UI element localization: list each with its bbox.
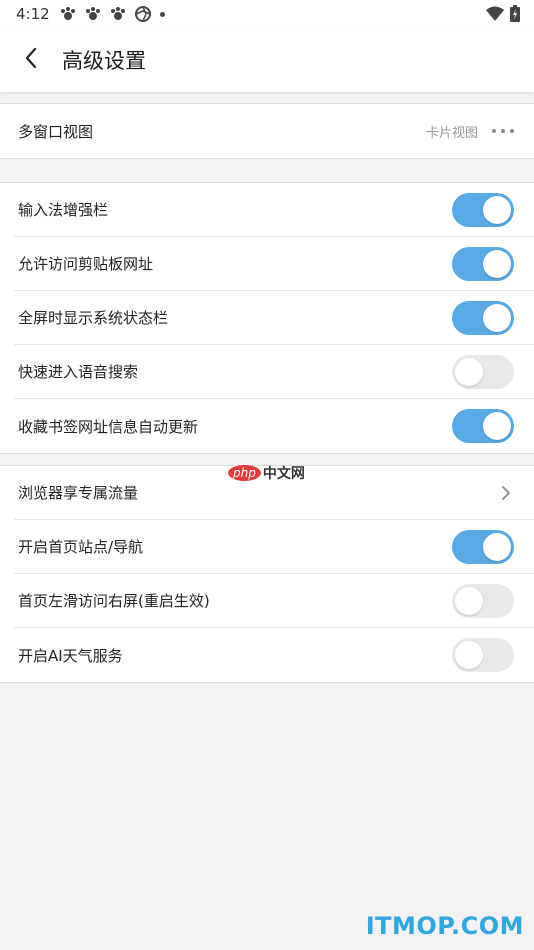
settings-group-home: 浏览器享专属流量 开启首页站点/导航 首页左滑访问右屏(重启生效) 开启AI天气… [0,465,534,683]
setting-label: 允许访问剪贴板网址 [18,255,154,273]
more-icon[interactable] [492,129,514,133]
setting-row-swipe-right[interactable]: 首页左滑访问右屏(重启生效) [14,574,534,628]
chevron-right-icon[interactable] [496,483,516,503]
itmop-watermark: ITMOP.COM [365,912,524,940]
toggle-switch[interactable] [452,529,514,564]
setting-label: 首页左滑访问右屏(重启生效) [18,592,210,610]
paw-icon [60,6,76,22]
toggle-knob [483,195,511,224]
toggle-switch[interactable] [452,409,514,443]
paw-icon [110,6,126,22]
toggle-knob [455,586,483,615]
status-time: 4:12 [16,5,50,23]
back-button[interactable] [0,28,62,92]
setting-row-input-bar[interactable]: 输入法增强栏 [14,183,534,237]
setting-label: 开启首页站点/导航 [18,538,144,556]
battery-icon [510,5,520,26]
toggle-knob [483,532,511,561]
dot-icon [159,11,165,17]
setting-label: 浏览器享专属流量 [18,484,139,502]
page-title: 高级设置 [62,49,146,73]
toggle-knob [483,303,511,332]
setting-row-clipboard[interactable]: 允许访问剪贴板网址 [14,237,534,291]
toggle-switch[interactable] [452,638,514,672]
setting-label: 全屏时显示系统状态栏 [18,309,169,327]
toggle-switch[interactable] [452,192,514,227]
setting-label: 多窗口视图 [18,122,94,141]
toggle-switch[interactable] [452,354,514,389]
setting-row-ai-weather[interactable]: 开启AI天气服务 [14,628,534,682]
status-right [486,5,520,26]
setting-value: 卡片视图 [425,125,478,141]
setting-label: 快速进入语音搜索 [18,363,139,381]
setting-row-home-sites[interactable]: 开启首页站点/导航 [14,520,534,574]
setting-row-multiwindow[interactable]: 多窗口视图 卡片视图 [14,104,534,158]
php-watermark: php 中文网 [228,463,305,483]
setting-row-bookmark-update[interactable]: 收藏书签网址信息自动更新 [14,399,534,453]
toggle-switch[interactable] [452,583,514,618]
paw-icon [85,6,101,22]
toggle-switch[interactable] [452,300,514,335]
toggle-knob [455,641,483,669]
toggle-knob [483,249,511,278]
settings-group-general: 输入法增强栏 允许访问剪贴板网址 全屏时显示系统状态栏 快速进入语音搜索 收藏书… [0,182,534,454]
app-header: 高级设置 [0,28,534,92]
setting-row-voice-search[interactable]: 快速进入语音搜索 [14,345,534,399]
chevron-left-icon [24,47,38,73]
setting-label: 输入法增强栏 [18,201,109,219]
setting-label: 收藏书签网址信息自动更新 [18,417,199,436]
status-bar: 4:12 [0,0,534,28]
aperture-icon [134,6,151,22]
toggle-switch[interactable] [452,246,514,281]
setting-label: 开启AI天气服务 [18,646,123,665]
php-badge: php [228,465,261,481]
settings-group-view: 多窗口视图 卡片视图 [0,103,534,159]
toggle-knob [455,357,483,386]
toggle-knob [483,412,511,440]
wifi-icon [486,6,504,26]
setting-row-fullscreen-statusbar[interactable]: 全屏时显示系统状态栏 [14,291,534,345]
php-text: 中文网 [262,466,305,482]
